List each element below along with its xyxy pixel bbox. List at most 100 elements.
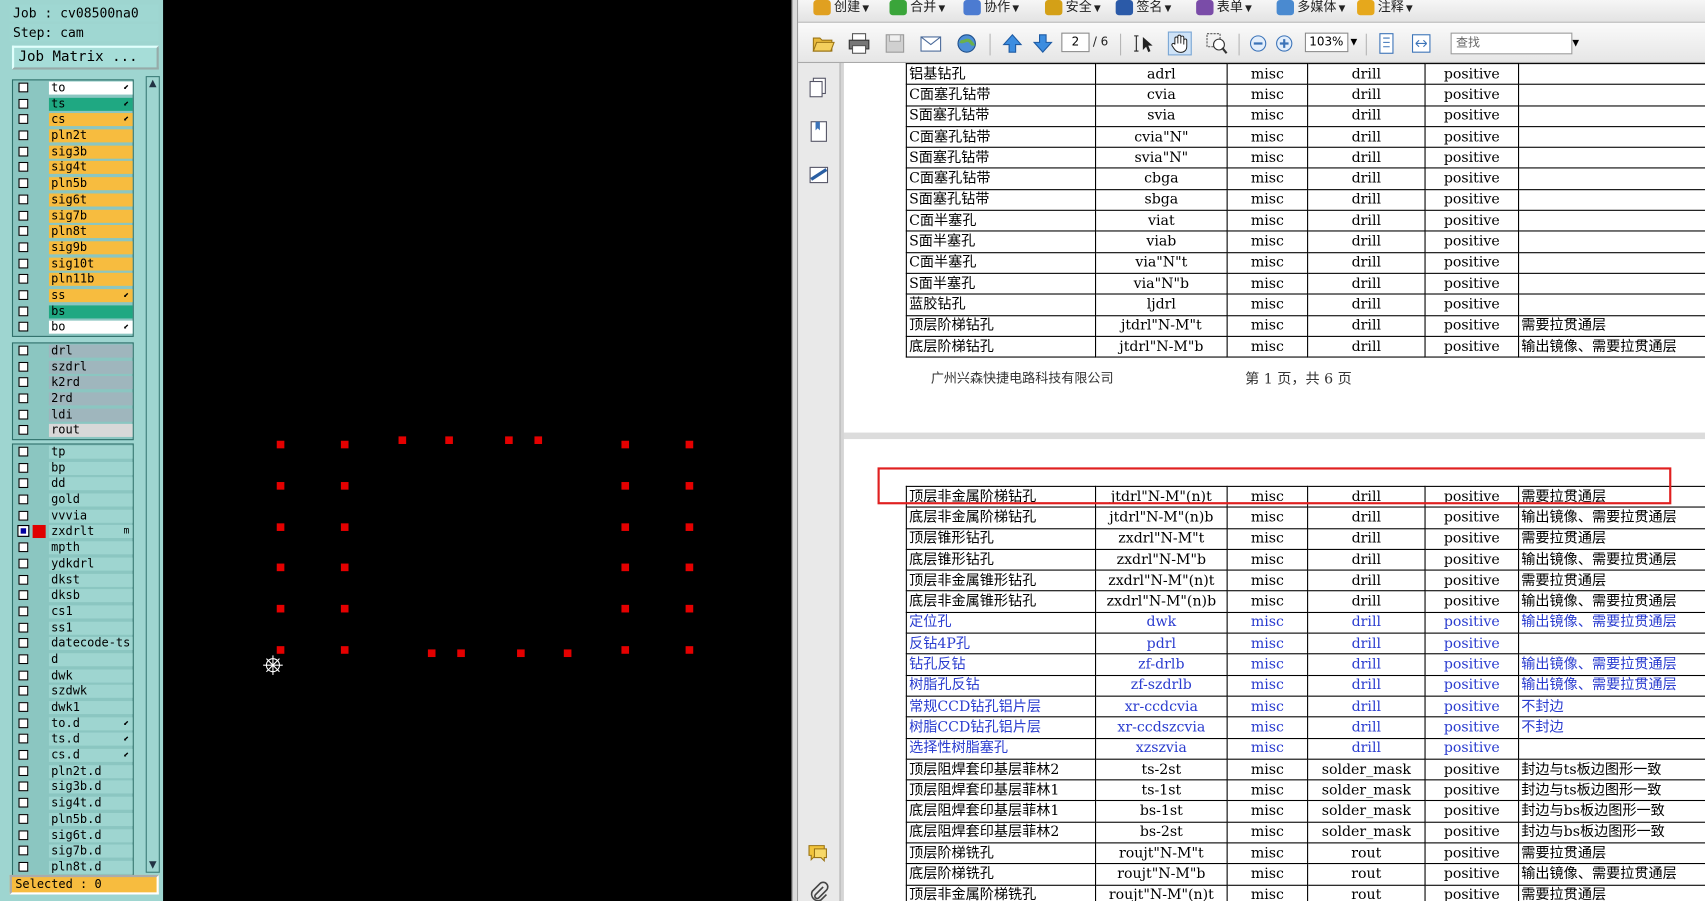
layer-row-sig4t[interactable]: sig4t [13,160,133,176]
layer-row-dkst[interactable]: dkst [13,572,133,588]
layer-row-pln8t[interactable]: pln8t [13,224,133,240]
hand-tool-icon[interactable] [1167,31,1192,56]
layer-name[interactable]: cs1 [48,605,133,619]
layer-row-tp[interactable]: tp [13,445,133,461]
layer-checkbox[interactable] [18,765,29,776]
layer-name[interactable]: pln8t [48,225,133,239]
layer-row-to[interactable]: to ⬋ [13,80,133,96]
layer-row-pln5b-d[interactable]: pln5b.d [13,812,133,828]
layer-name[interactable]: ts.d ⬋ [48,732,133,747]
layer-name[interactable]: pln11b [48,273,133,287]
globe-icon[interactable] [955,32,979,56]
job-matrix-button[interactable]: Job Matrix ... [11,45,159,70]
layer-row-cs1[interactable]: cs1 [13,604,133,620]
graphic-canvas[interactable] [163,0,792,901]
layer-name[interactable]: rout [48,424,133,438]
zoom-out-icon[interactable] [1246,32,1270,56]
layer-checkbox[interactable] [18,654,29,665]
layer-row-ss1[interactable]: ss1 [13,620,133,636]
layer-name[interactable]: to.d ⬋ [48,717,133,731]
layer-row-pln8t-d[interactable]: pln8t.d [13,860,133,876]
layer-row-dksb[interactable]: dksb [13,588,133,604]
layer-name[interactable]: dwk [48,669,133,683]
menu-item[interactable]: 协作 ▼ [963,0,1019,22]
layer-checkbox[interactable] [18,178,29,189]
layer-checkbox[interactable] [18,845,29,856]
layer-row-bp[interactable]: bp [13,461,133,477]
layer-name[interactable]: d [48,653,133,667]
layer-checkbox[interactable] [18,462,29,473]
layer-row-vvvia[interactable]: vvvia [13,508,133,524]
layer-row-sig6t[interactable]: sig6t [13,192,133,208]
bookmarks-icon[interactable] [807,120,831,144]
layer-name[interactable]: szdrl [48,360,133,374]
layer-checkbox[interactable] [18,162,29,173]
pages-icon[interactable] [807,76,831,100]
layer-row-pln11b[interactable]: pln11b [13,272,133,288]
layer-checkbox[interactable] [18,82,29,93]
layer-row-szdwk[interactable]: szdwk [13,684,133,700]
layer-row-datecode-ts[interactable]: datecode-ts [13,636,133,652]
layer-name[interactable]: vvvia [48,509,133,523]
layer-checkbox[interactable] [18,210,29,221]
signatures-icon[interactable] [807,163,831,187]
layer-name[interactable]: ldi [48,408,133,422]
layer-name[interactable]: sig9b [48,241,133,255]
layer-checkbox[interactable] [18,274,29,284]
zoom-tool-icon[interactable] [1205,32,1229,56]
layer-checkbox[interactable] [18,718,29,728]
layer-checkbox[interactable] [18,425,29,436]
layer-row-sig3b[interactable]: sig3b [13,144,133,160]
zoom-in-icon[interactable] [1272,32,1296,56]
layer-checkbox[interactable] [18,478,29,489]
layer-checkbox[interactable] [18,242,29,253]
layer-checkbox[interactable] [18,813,29,824]
layer-row-ss[interactable]: ss ⬋ [13,288,133,304]
layer-name[interactable]: mpth [48,541,133,555]
layer-name[interactable]: dwk1 [48,701,133,715]
layer-row-dwk1[interactable]: dwk1 [13,700,133,716]
menu-item[interactable]: 安全 ▼ [1044,0,1101,22]
layer-row-gold[interactable]: gold [13,492,133,508]
layer-name[interactable]: sig10t [48,257,133,271]
layer-checkbox[interactable] [18,702,29,712]
layer-row-sig9b[interactable]: sig9b [13,240,133,256]
comments-icon[interactable] [807,841,831,865]
layer-row-d[interactable]: d [13,652,133,668]
layer-name[interactable]: pln2t [48,129,133,143]
layer-name[interactable]: dkst [48,573,133,587]
layer-name[interactable]: tp [48,445,133,459]
layer-checkbox[interactable] [18,829,29,840]
layer-name[interactable]: to ⬋ [48,81,133,95]
layer-name[interactable]: cs.d ⬋ [48,748,133,762]
layer-checkbox[interactable] [18,345,29,356]
layer-row-szdrl[interactable]: szdrl [13,359,133,375]
layer-checkbox[interactable] [18,98,29,109]
select-text-icon[interactable] [1132,32,1156,56]
print-icon[interactable] [847,32,871,56]
chevron-down-icon[interactable]: ▼ [1351,37,1358,47]
layer-name[interactable]: zxdrlt m [48,525,133,539]
layer-row-sig7b-d[interactable]: sig7b.d [13,844,133,860]
layer-name[interactable]: pln5b.d [48,812,133,826]
menu-item[interactable]: 创建 ▼ [813,0,869,22]
open-folder-icon[interactable] [811,32,835,56]
layer-row-sig6t-d[interactable]: sig6t.d [13,828,133,844]
layer-row-cs-d[interactable]: cs.d ⬋ [13,748,133,764]
layer-row-ts-d[interactable]: ts.d ⬋ [13,732,133,748]
layer-name[interactable]: bo ⬋ [48,320,133,335]
layer-name[interactable]: bp [48,461,133,475]
layer-row-dwk[interactable]: dwk [13,668,133,684]
layer-list-scrollbar[interactable]: ▲ ▼ [145,76,160,873]
layer-name[interactable]: pln2t.d [48,764,133,778]
page-down-icon[interactable] [1031,32,1055,56]
layer-row-ts[interactable]: ts ⬋ [13,96,133,112]
layer-checkbox[interactable] [18,361,29,372]
layer-checkbox[interactable] [18,194,29,205]
layer-row-pln2t-d[interactable]: pln2t.d [13,764,133,780]
layer-row-cs[interactable]: cs ⬋ [13,112,133,128]
layer-checkbox[interactable] [18,494,29,505]
affected-layer-marker[interactable] [32,525,46,539]
layer-checkbox[interactable] [18,542,29,553]
layer-row-ldi[interactable]: ldi [13,407,133,423]
